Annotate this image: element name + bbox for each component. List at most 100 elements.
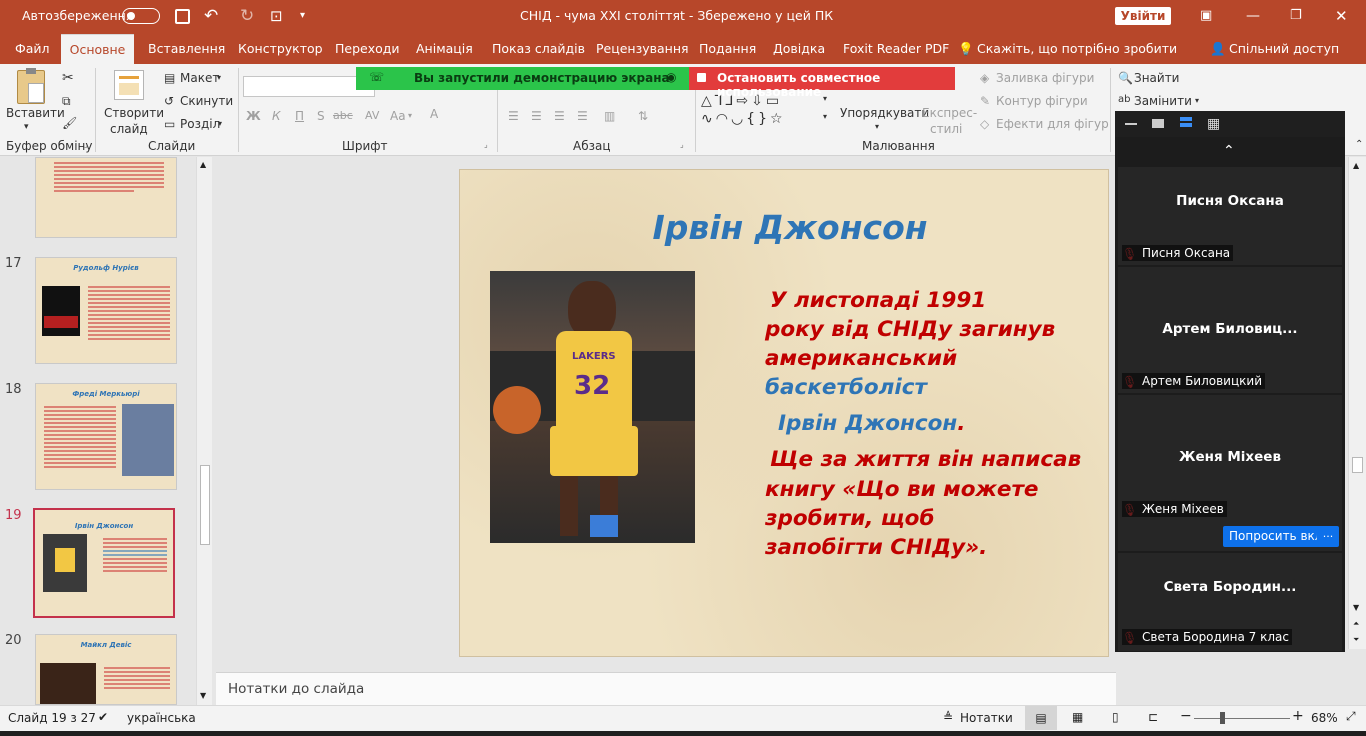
tab-file[interactable]: Файл (15, 34, 50, 64)
minimize-view-icon[interactable] (1125, 123, 1137, 125)
slide-text-line5[interactable]: Ірвін Джонсон (778, 411, 957, 436)
tell-me-icon[interactable]: 💡 (958, 34, 974, 64)
slide-text-line6[interactable]: Ще за життя він написав (770, 447, 1081, 472)
slideshow-view-icon[interactable]: ⊏ (1148, 710, 1158, 724)
collapse-ribbon-icon[interactable]: ⌃ (1355, 139, 1363, 150)
tab-slideshow[interactable]: Показ слайдів (492, 34, 585, 64)
tab-design[interactable]: Конструктор (238, 34, 323, 64)
replace-icon[interactable]: ab (1118, 94, 1130, 105)
char-spacing-button[interactable]: AV (365, 109, 379, 122)
player-photo[interactable]: 32 LAKERS (490, 271, 695, 543)
scroll-up-icon[interactable]: ▲ (1353, 161, 1359, 170)
presentation-start-icon[interactable]: ⊡ (270, 0, 283, 34)
redo-icon[interactable]: ↻ (240, 0, 254, 34)
language-indicator[interactable]: українська (127, 711, 196, 725)
new-slide-button[interactable]: Створити (104, 106, 164, 120)
section-icon[interactable]: ▭ (164, 117, 175, 131)
quick-styles-button-line2[interactable]: стилі (930, 122, 962, 136)
scroll-down-icon[interactable]: ▼ (200, 691, 206, 700)
new-slide-icon[interactable] (114, 70, 144, 100)
paragraph-launcher-icon[interactable]: ⌟ (680, 140, 684, 149)
autosave-toggle[interactable] (122, 8, 160, 24)
tab-share[interactable]: Спільний доступ (1229, 34, 1339, 64)
tab-review[interactable]: Рецензування (596, 34, 689, 64)
clipboard-launcher-icon[interactable]: ⌟ (84, 140, 88, 149)
minimize-icon[interactable]: — (1246, 0, 1260, 34)
tab-insert[interactable]: Вставлення (148, 34, 225, 64)
zoom-out-icon[interactable]: − (1180, 708, 1192, 724)
collapse-up-icon[interactable]: ⌃ (1223, 143, 1235, 159)
change-case-button[interactable]: Aa (390, 109, 406, 123)
arrange-button[interactable]: Упорядкувати (840, 106, 929, 120)
reset-button[interactable]: Скинути (180, 94, 233, 108)
triangle-shape-icon[interactable]: △ (701, 93, 715, 109)
paste-dropdown-icon[interactable]: ▾ (24, 122, 29, 132)
more-options-button[interactable]: ··· (1317, 526, 1339, 547)
arc-icon[interactable]: ◠ (716, 111, 731, 127)
ribbon-display-icon[interactable]: ▣ (1200, 0, 1212, 34)
share-icon[interactable]: 👤 (1210, 34, 1226, 64)
bold-button[interactable]: Ж (246, 109, 261, 123)
notes-placeholder[interactable]: Нотатки до слайда (228, 681, 364, 697)
justify-icon[interactable]: ☰ (577, 109, 588, 123)
tab-foxit[interactable]: Foxit Reader PDF (843, 34, 949, 64)
zoom-in-icon[interactable]: + (1292, 708, 1304, 724)
slide-text-line1[interactable]: У листопаді 1991 (770, 288, 986, 313)
previous-slide-icon[interactable]: ⏶ (1353, 619, 1359, 629)
slide-counter[interactable]: Слайд 19 з 27 (8, 711, 96, 725)
slide-thumbnail-16[interactable] (35, 157, 177, 238)
brace-right-icon[interactable]: } (758, 111, 770, 127)
brace-left-icon[interactable]: { (746, 111, 758, 127)
ask-to-unmute-button[interactable]: Попросить вкл (1223, 526, 1329, 547)
gallery-view-icon[interactable]: ▦ (1207, 116, 1220, 132)
cut-icon[interactable]: ✂ (62, 70, 74, 86)
italic-button[interactable]: К (272, 109, 281, 123)
close-icon[interactable]: ✕ (1335, 0, 1348, 34)
tab-home[interactable]: Основне (61, 34, 134, 64)
slide-text-line9[interactable]: запобігти СНІДу». (765, 535, 987, 560)
reset-icon[interactable]: ↺ (164, 94, 174, 108)
align-left-icon[interactable]: ☰ (508, 109, 519, 123)
stop-share-button[interactable]: Остановить совместное использование (689, 67, 955, 99)
tab-transitions[interactable]: Переходи (335, 34, 400, 64)
notes-pane[interactable]: Нотатки до слайда (216, 672, 1116, 705)
align-right-icon[interactable]: ☰ (554, 109, 565, 123)
shape-outline-button[interactable]: Контур фігури (996, 94, 1088, 108)
strip-view-icon[interactable] (1180, 117, 1192, 121)
shadow-icon[interactable]: S (317, 109, 325, 123)
shape-effects-button[interactable]: Ефекти для фігур (996, 117, 1109, 131)
tab-view[interactable]: Подання (699, 34, 756, 64)
layout-dropdown-icon[interactable]: ▾ (217, 73, 221, 82)
slide-text-line2[interactable]: року від СНІДу загинув (765, 317, 1055, 342)
participant-tile[interactable]: Женя Міхеев 🎙 Женя Міхеев Попросить вкл … (1118, 395, 1342, 551)
slide-text-line3[interactable]: американський (765, 346, 957, 371)
case-dropdown-icon[interactable]: ▾ (408, 111, 412, 120)
slide-thumbnail-18[interactable]: Фреді Меркьюрі (35, 383, 177, 490)
shape-outline-icon[interactable]: ✎ (980, 94, 990, 108)
slide-thumbnail-17[interactable]: Рудольф Нурієв (35, 257, 177, 364)
slide-canvas[interactable]: Ірвін Джонсон 32 LAKERS У листопаді 1991… (459, 169, 1109, 657)
tell-me-search[interactable]: Скажіть, що потрібно зробити (977, 34, 1177, 64)
fit-to-window-icon[interactable]: ⤢ (1346, 709, 1356, 724)
paste-button[interactable]: Вставити (6, 106, 65, 120)
font-launcher-icon[interactable]: ⌟ (484, 140, 488, 149)
notes-toggle-button[interactable]: Нотатки (960, 711, 1013, 725)
section-button[interactable]: Розділ (180, 117, 220, 131)
curve-icon[interactable]: ∿ (701, 111, 716, 127)
next-slide-icon[interactable]: ⏷ (1353, 635, 1359, 645)
scroll-up-icon[interactable]: ▲ (200, 160, 206, 169)
arc2-icon[interactable]: ◡ (731, 111, 746, 127)
shape-fill-button[interactable]: Заливка фігури (996, 71, 1094, 85)
reading-view-icon[interactable]: ▯ (1112, 710, 1119, 724)
single-view-icon[interactable] (1152, 119, 1164, 128)
spelling-check-icon[interactable]: ✔ (98, 710, 108, 724)
find-button[interactable]: Знайти (1134, 71, 1179, 85)
replace-dropdown-icon[interactable]: ▾ (1195, 96, 1199, 105)
notes-icon[interactable]: ≜ (943, 710, 953, 724)
undo-icon[interactable]: ↶ (204, 0, 218, 34)
zoom-slider-thumb[interactable] (1220, 712, 1225, 724)
slide-text-line4[interactable]: баскетболіст (765, 375, 927, 400)
font-color-icon[interactable]: A (430, 107, 438, 121)
shape-effects-icon[interactable]: ◇ (980, 117, 989, 131)
section-dropdown-icon[interactable]: ▾ (218, 119, 222, 128)
